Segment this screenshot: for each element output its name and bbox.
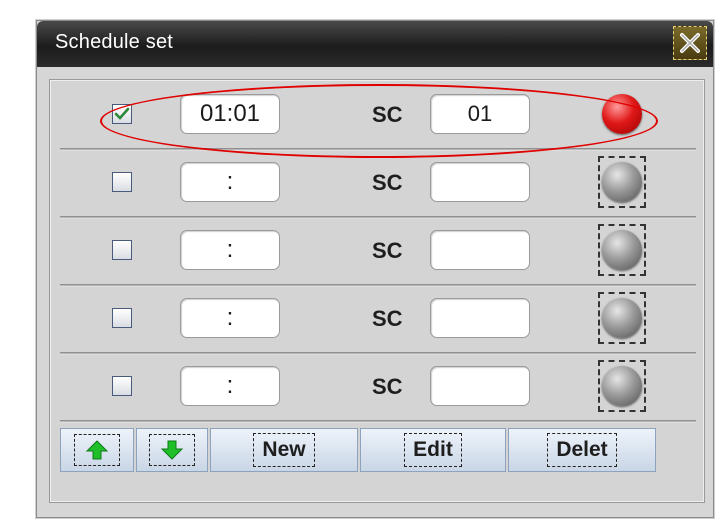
checkmark-icon bbox=[114, 107, 130, 120]
row-2-status[interactable] bbox=[598, 156, 646, 208]
row-2-time-field[interactable]: : bbox=[180, 162, 280, 202]
schedule-row-5: : SC bbox=[60, 356, 696, 418]
row-5-status[interactable] bbox=[598, 360, 646, 412]
edit-button[interactable]: Edit bbox=[360, 428, 506, 472]
row-1-sc-label: SC bbox=[372, 102, 403, 127]
row-3-status[interactable] bbox=[598, 224, 646, 276]
schedule-window: Schedule set 01:01 SC 01: SC: SC: SC … bbox=[36, 20, 714, 518]
row-3-sc-label: SC bbox=[372, 238, 403, 263]
row-2-sc-field[interactable] bbox=[430, 162, 530, 202]
delete-button-label: Delet bbox=[547, 433, 617, 467]
row-4-sc-field[interactable] bbox=[430, 298, 530, 338]
title-bar: Schedule set bbox=[37, 21, 713, 67]
row-3-time-field[interactable]: : bbox=[180, 230, 280, 270]
row-1-sc-field[interactable]: 01 bbox=[430, 94, 530, 134]
row-4-status[interactable] bbox=[598, 292, 646, 344]
row-divider bbox=[60, 284, 696, 287]
row-divider bbox=[60, 420, 696, 423]
close-button[interactable] bbox=[673, 26, 707, 60]
arrow-up-icon bbox=[85, 440, 109, 460]
row-3-checkbox[interactable] bbox=[112, 240, 132, 260]
row-5-time-field[interactable]: : bbox=[180, 366, 280, 406]
move-down-focus bbox=[149, 434, 195, 466]
new-button-label: New bbox=[253, 433, 315, 467]
window-title: Schedule set bbox=[55, 31, 174, 53]
red-led-icon bbox=[602, 94, 642, 134]
row-4-time-field[interactable]: : bbox=[180, 298, 280, 338]
schedule-row-2: : SC bbox=[60, 152, 696, 214]
move-down-button[interactable] bbox=[136, 428, 208, 472]
row-1-time-field[interactable]: 01:01 bbox=[180, 94, 280, 134]
arrow-down-icon bbox=[160, 440, 184, 460]
row-3-sc-field[interactable] bbox=[430, 230, 530, 270]
close-x-icon bbox=[680, 33, 700, 53]
schedule-row-1: 01:01 SC 01 bbox=[60, 84, 696, 146]
row-2-checkbox[interactable] bbox=[112, 172, 132, 192]
row-divider bbox=[60, 216, 696, 219]
row-divider bbox=[60, 352, 696, 355]
schedule-row-3: : SC bbox=[60, 220, 696, 282]
new-button[interactable]: New bbox=[210, 428, 358, 472]
gray-led-icon bbox=[602, 230, 642, 270]
move-up-button[interactable] bbox=[60, 428, 134, 472]
gray-led-icon bbox=[602, 162, 642, 202]
row-2-sc-label: SC bbox=[372, 170, 403, 195]
schedule-panel: 01:01 SC 01 : SC : SC: SC: SC New Edit… bbox=[49, 79, 705, 503]
schedule-row-4: : SC bbox=[60, 288, 696, 350]
row-4-checkbox[interactable] bbox=[112, 308, 132, 328]
row-4-sc-label: SC bbox=[372, 306, 403, 331]
move-up-focus bbox=[74, 434, 120, 466]
gray-led-icon bbox=[602, 298, 642, 338]
delete-button[interactable]: Delet bbox=[508, 428, 656, 472]
gray-led-icon bbox=[602, 366, 642, 406]
row-divider bbox=[60, 148, 696, 151]
row-1-checkbox[interactable] bbox=[112, 104, 132, 124]
row-5-sc-field[interactable] bbox=[430, 366, 530, 406]
row-5-checkbox[interactable] bbox=[112, 376, 132, 396]
row-5-sc-label: SC bbox=[372, 374, 403, 399]
row-1-status[interactable] bbox=[598, 88, 646, 140]
action-toolbar: New Edit Delet bbox=[60, 428, 696, 472]
edit-button-label: Edit bbox=[404, 433, 462, 467]
